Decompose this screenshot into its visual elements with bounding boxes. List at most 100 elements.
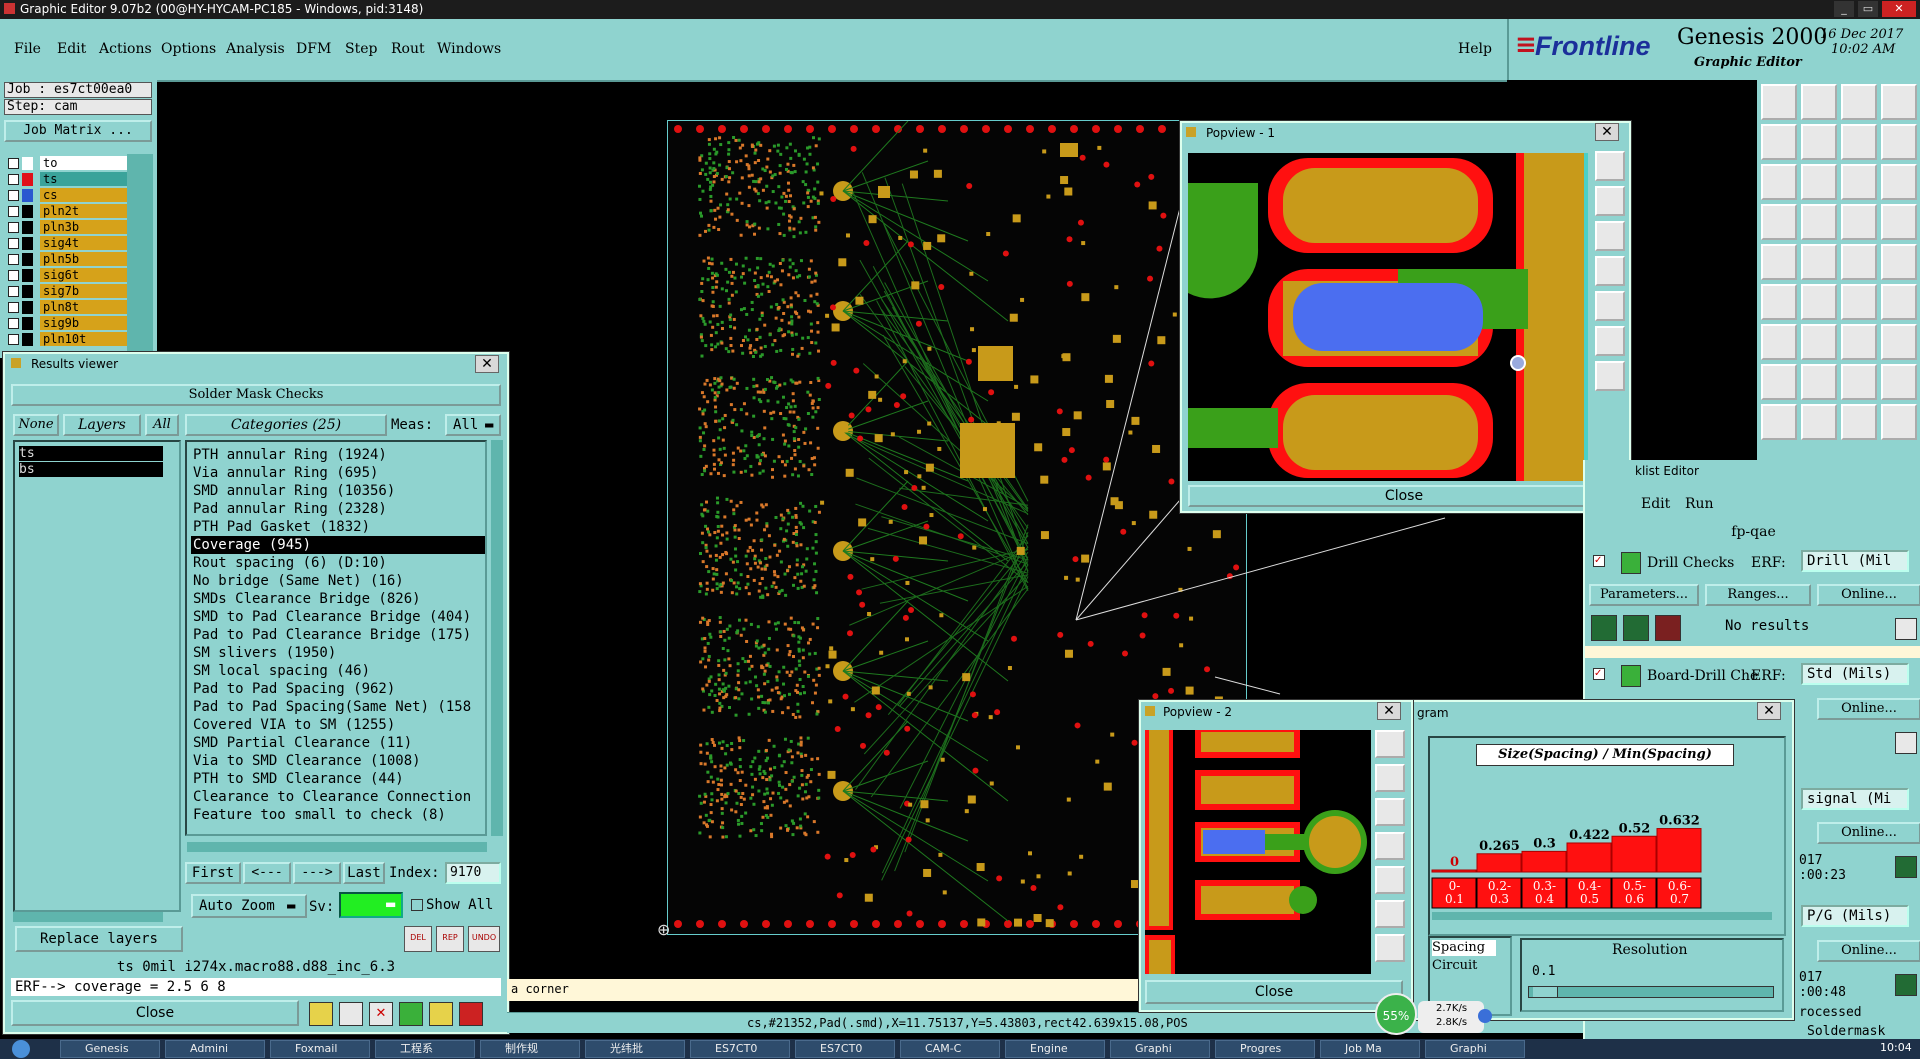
fit-icon[interactable] (1595, 326, 1625, 356)
report-icon[interactable] (309, 1002, 333, 1026)
category-item[interactable]: SMDs Clearance Bridge (826) (191, 590, 421, 608)
last-button[interactable]: Last (343, 862, 385, 884)
undo-result-button[interactable]: UNDO (468, 926, 500, 952)
taskbar-item[interactable]: ES7CT0 (690, 1040, 790, 1058)
taskbar-item[interactable]: 光纬批 (585, 1040, 685, 1058)
histogram-bar[interactable] (1476, 853, 1522, 873)
taskbar-item[interactable]: Genesis (60, 1040, 160, 1058)
resolution-slider-thumb[interactable] (1533, 987, 1558, 997)
line-icon[interactable] (1761, 324, 1797, 360)
drill-erf-field[interactable]: Drill (Mil (1801, 550, 1909, 572)
checklist-menu-edit[interactable]: Edit (1641, 496, 1670, 512)
show-all-checkbox[interactable] (411, 899, 423, 911)
checklist-menu-run[interactable]: Run (1685, 496, 1714, 512)
taskbar-item[interactable]: Engine (1005, 1040, 1105, 1058)
category-item[interactable]: No bridge (Same Net) (16) (191, 572, 404, 590)
next-button[interactable]: ---> (293, 862, 341, 884)
category-item[interactable]: Pad to Pad Spacing (962) (191, 680, 395, 698)
ranges-button[interactable]: Ranges... (1705, 584, 1811, 606)
layers-hscrollbar[interactable] (13, 912, 163, 922)
triangle-icon[interactable] (1761, 404, 1797, 440)
board-drill-checkbox[interactable]: ✓ (1593, 668, 1605, 680)
minus-icon[interactable] (1801, 364, 1837, 400)
zoom-area-icon[interactable] (1595, 291, 1625, 321)
center-icon[interactable] (1375, 934, 1405, 962)
category-item[interactable]: Clearance to Clearance Connection (191, 788, 471, 806)
option-spacing[interactable]: Spacing (1432, 940, 1496, 956)
close-icon[interactable]: ✕ (1595, 123, 1619, 141)
categories-vscrollbar[interactable] (491, 440, 503, 836)
fit-icon[interactable] (1375, 900, 1405, 928)
signal-erf-field[interactable]: signal (Mi (1801, 788, 1909, 810)
select-icon[interactable] (1761, 244, 1797, 280)
close-icon[interactable]: ✕ (1377, 702, 1401, 720)
category-item[interactable]: SM local spacing (46) (191, 662, 370, 680)
histogram-bar[interactable] (1431, 869, 1477, 873)
close-icon[interactable]: ✕ (1757, 702, 1781, 720)
popview-1-canvas[interactable] (1188, 153, 1588, 481)
clear-icon[interactable]: ✕ (369, 1002, 393, 1026)
result-layer-item[interactable]: bs (19, 462, 163, 477)
repair-result-button[interactable]: REP (436, 926, 464, 952)
categories-list[interactable]: PTH annular Ring (1924) Via annular Ring … (185, 440, 487, 836)
taskbar-item[interactable]: 制作规 (480, 1040, 580, 1058)
arc-icon[interactable] (1841, 324, 1877, 360)
right-icon[interactable] (1801, 124, 1837, 160)
taskbar-item[interactable]: Progres (1215, 1040, 1315, 1058)
copy-icon[interactable] (1841, 364, 1877, 400)
taskbar-item[interactable]: Graphi (1425, 1040, 1525, 1058)
first-button[interactable]: First (185, 862, 241, 884)
histogram-icon[interactable] (459, 1002, 483, 1026)
zoom-center-icon[interactable] (1801, 164, 1837, 200)
drill-checks-checkbox[interactable]: ✓ (1593, 555, 1605, 567)
move-icon[interactable] (1761, 364, 1797, 400)
category-item[interactable]: PTH annular Ring (1924) (191, 446, 387, 464)
stop-icon[interactable] (1655, 615, 1681, 641)
histogram-bar[interactable] (1656, 828, 1702, 873)
resolution-slider[interactable] (1528, 986, 1774, 998)
online-button[interactable]: Online... (1817, 584, 1920, 606)
taskbar-item[interactable]: Graphi (1110, 1040, 1210, 1058)
run-all-icon[interactable] (1623, 615, 1649, 641)
prev-button[interactable]: <--- (243, 862, 291, 884)
category-item[interactable]: SMD annular Ring (10356) (191, 482, 395, 500)
zoom-in-icon[interactable] (1595, 151, 1625, 181)
node-icon[interactable] (1761, 284, 1797, 320)
category-item[interactable]: Via annular Ring (695) (191, 464, 378, 482)
text-icon[interactable] (1881, 324, 1917, 360)
point-icon[interactable] (1841, 284, 1877, 320)
category-item[interactable]: Pad to Pad Clearance Bridge (175) (191, 626, 471, 644)
index-input[interactable]: 9170 (445, 862, 501, 884)
magnify-icon[interactable] (1895, 732, 1917, 754)
category-item[interactable]: Pad to Pad Spacing(Same Net) (158 (191, 698, 471, 716)
online-button-3[interactable]: Online... (1817, 822, 1920, 844)
start-button[interactable] (12, 1040, 30, 1058)
hat-icon[interactable] (1881, 404, 1917, 440)
filter-icon[interactable] (339, 1002, 363, 1026)
taskbar-item[interactable]: Job Ma (1320, 1040, 1420, 1058)
grid-icon[interactable] (1801, 204, 1837, 240)
result-layers-list[interactable]: ts bs (13, 440, 181, 912)
close-icon[interactable]: ✕ (475, 355, 499, 373)
list-icon[interactable] (429, 1002, 453, 1026)
measure-icon[interactable] (1841, 204, 1877, 240)
window-icon[interactable] (1881, 84, 1917, 120)
save-icon[interactable] (1801, 84, 1837, 120)
left-icon[interactable] (1761, 124, 1797, 160)
category-item[interactable]: Via to SMD Clearance (1008) (191, 752, 421, 770)
layers-none-button[interactable]: None (13, 414, 59, 436)
online-button-4[interactable]: Online... (1817, 940, 1920, 962)
peak-icon[interactable] (1801, 404, 1837, 440)
zoom-out-icon[interactable] (1595, 186, 1625, 216)
help-icon[interactable] (1881, 164, 1917, 200)
category-item[interactable]: PTH to SMD Clearance (44) (191, 770, 404, 788)
results-close-button[interactable]: Close (11, 1000, 299, 1026)
profile-icon[interactable] (1841, 404, 1877, 440)
taskbar-item[interactable]: Foxmail (270, 1040, 370, 1058)
board-drill-erf-field[interactable]: Std (Mils) (1801, 663, 1909, 685)
magnify-icon[interactable] (1895, 856, 1917, 878)
pad-icon[interactable] (1881, 244, 1917, 280)
histogram-scrollbar[interactable] (1432, 912, 1772, 920)
categories-hscrollbar[interactable] (187, 842, 487, 852)
histogram-chart[interactable]: 00-0.10.2650.2-0.30.30.3-0.40.4220.4-0.5… (1430, 768, 1780, 928)
